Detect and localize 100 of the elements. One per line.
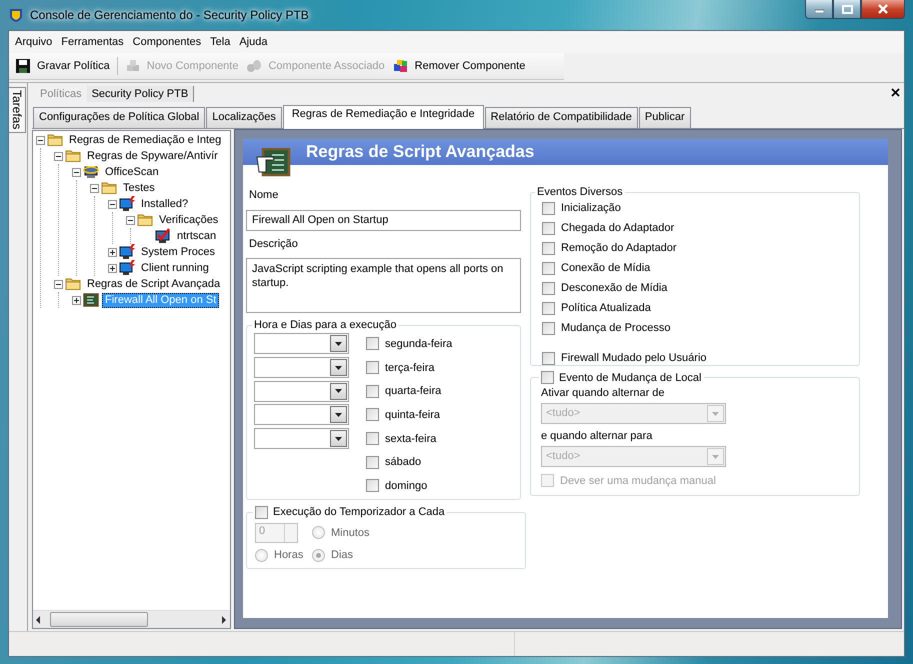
collapse-icon[interactable] [72, 168, 81, 176]
checkbox[interactable] [542, 282, 555, 294]
tab[interactable]: Localizações [206, 107, 282, 128]
close-icon [878, 4, 888, 14]
toolbar-button[interactable]: Remover Componente [388, 56, 530, 76]
folder-icon [65, 148, 81, 164]
checkbox-label: Remoção do Adaptador [561, 242, 677, 254]
tree-item[interactable]: Regras de Remediação e Integ [66, 132, 224, 148]
folder-icon [101, 180, 117, 196]
close-button[interactable] [861, 0, 905, 19]
checkbox[interactable] [366, 384, 379, 398]
collapse-icon[interactable] [90, 184, 99, 192]
dropdown-arrow-icon [335, 366, 342, 370]
scroll-right-icon[interactable] [222, 616, 227, 624]
folder-icon [137, 212, 153, 228]
collapse-icon[interactable] [36, 136, 45, 144]
tab[interactable]: Publicar [638, 107, 691, 128]
monitor-icon [119, 244, 135, 260]
checkbox[interactable] [542, 262, 555, 274]
collapse-icon[interactable] [108, 200, 117, 208]
expand-icon[interactable] [108, 248, 117, 256]
checkbox[interactable] [542, 202, 555, 214]
time-dropdown[interactable] [254, 333, 349, 354]
horizontal-scrollbar[interactable] [33, 610, 230, 628]
menu-item[interactable]: Arquivo [11, 34, 56, 50]
checkbox[interactable] [366, 337, 379, 350]
tree-item[interactable]: System Proces [138, 244, 218, 260]
menu-item[interactable]: Componentes [128, 34, 206, 50]
checkbox[interactable] [366, 408, 379, 422]
collapse-icon[interactable] [54, 152, 63, 160]
dropdown-arrow-icon [712, 412, 719, 416]
tree-item[interactable]: Testes [120, 180, 158, 196]
collapse-icon[interactable] [126, 216, 135, 224]
checkbox-label: quarta-feira [385, 385, 442, 398]
panel-title: Regras de Script Avançadas [306, 142, 534, 162]
field-label: Ativar quando alternar de [541, 386, 666, 400]
cylinders-icon [246, 58, 262, 74]
tree-item[interactable]: ntrtscan [174, 228, 220, 244]
checkbox[interactable] [366, 361, 379, 374]
checkbox-label: Mudança de Processo [561, 322, 670, 334]
tree-item[interactable]: Regras de Script Avançada [84, 276, 224, 292]
expand-icon[interactable] [108, 264, 117, 272]
tab[interactable]: Configurações de Política Global [33, 107, 206, 128]
field-label: e quando alternar para [541, 429, 654, 443]
time-dropdown[interactable] [254, 428, 349, 450]
checkbox[interactable] [542, 352, 555, 364]
name-field[interactable]: Firewall All Open on Startup [246, 210, 521, 231]
folder-icon [47, 132, 63, 148]
checkbox-label: terça-feira [385, 362, 435, 374]
breadcrumb-item[interactable]: Security Policy PTB [86, 86, 194, 102]
tree-item[interactable]: Verificações [156, 212, 222, 228]
group-title: Eventos Diversos [536, 186, 624, 198]
field-label: Nome [248, 188, 280, 202]
check-icon [155, 228, 171, 244]
checkbox-label: Execução do Temporizador a Cada [273, 506, 445, 518]
chalkboard-hand-icon [256, 148, 292, 178]
dropdown-arrow-icon [712, 454, 719, 458]
checkbox-label: sexta-feira [385, 432, 436, 445]
checkbox-label: Desconexão de Mídia [561, 282, 668, 294]
maximize-button[interactable] [833, 0, 861, 19]
tree-item[interactable]: Installed? [138, 196, 192, 212]
tab[interactable]: Relatório de Compatibilidade [484, 107, 638, 128]
radio-label: Dias [331, 549, 354, 562]
checkbox-label: Deve ser uma mudança manual [560, 474, 716, 486]
tree-item[interactable]: Regras de Spyware/Antivír [84, 148, 221, 164]
expand-icon[interactable] [72, 296, 81, 304]
checkbox-label: Evento de Mudança de Local [559, 372, 702, 384]
minimize-button[interactable] [805, 0, 833, 19]
chalkboard-icon [83, 292, 99, 308]
description-field[interactable]: JavaScript scripting example that opens all ports on startup. [246, 258, 521, 313]
scroll-left-icon[interactable] [36, 616, 41, 624]
checkbox-label: sábado [385, 456, 422, 468]
tree-item[interactable]: Client running [138, 260, 212, 276]
tab[interactable]: Regras de Remediação e Integridade [282, 105, 484, 129]
checkbox[interactable] [542, 302, 555, 314]
time-dropdown[interactable] [254, 404, 349, 426]
checkbox[interactable] [366, 432, 379, 446]
time-dropdown[interactable] [254, 380, 349, 402]
checkbox-label: Firewall Mudado pelo Usuário [561, 352, 707, 364]
menu-item[interactable]: Tela [206, 34, 234, 50]
side-tab[interactable]: Tarefas [9, 87, 26, 133]
tree-item[interactable]: OfficeScan [102, 164, 162, 180]
time-dropdown[interactable] [254, 357, 349, 378]
collapse-icon[interactable] [54, 280, 63, 288]
scanner-icon [83, 164, 99, 180]
checkbox[interactable] [542, 242, 555, 254]
toolbar-button[interactable]: Gravar Política [11, 56, 114, 76]
menu-item[interactable]: Ajuda [235, 34, 272, 50]
blocks-icon [392, 58, 409, 74]
checkbox[interactable] [542, 322, 555, 334]
checkbox-label: segunda-feira [385, 338, 452, 350]
close-icon[interactable] [891, 88, 900, 97]
checkbox-label: Chegada do Adaptador [561, 222, 674, 234]
checkbox-label: Inicialização [561, 202, 621, 214]
checkbox-label: Política Atualizada [561, 302, 651, 314]
menu-item[interactable]: Ferramentas [57, 34, 128, 50]
checkbox[interactable] [366, 456, 379, 469]
maximize-icon [842, 4, 852, 14]
checkbox[interactable] [366, 479, 379, 492]
checkbox[interactable] [542, 222, 555, 234]
